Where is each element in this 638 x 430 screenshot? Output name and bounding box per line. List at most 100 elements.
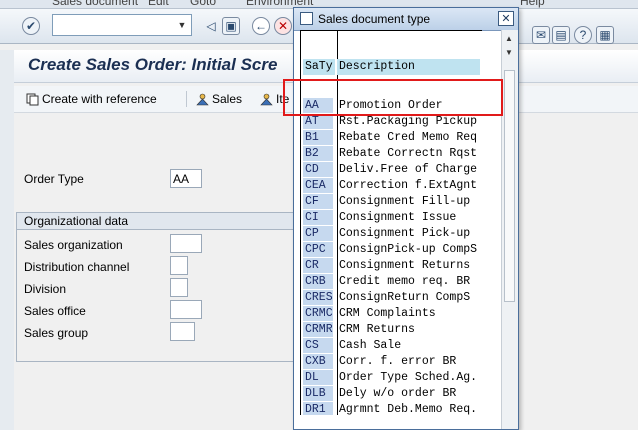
scroll-down-icon[interactable]: ▼: [505, 48, 513, 57]
sales-organization-input[interactable]: [170, 234, 202, 253]
list-item-description: Consignment Issue: [339, 211, 457, 224]
cancel-icon[interactable]: ✕: [274, 17, 292, 35]
exit-icon[interactable]: ←: [252, 17, 270, 35]
create-with-reference-label: Create with reference: [42, 92, 157, 106]
list-item-code: CPC: [303, 242, 333, 257]
distribution-channel-label: Distribution channel: [24, 260, 130, 274]
new-session-icon[interactable]: ✉: [532, 26, 550, 44]
left-strip: [0, 50, 14, 430]
list-item[interactable]: CI Consignment Issue: [300, 210, 482, 226]
list-item-code: DR1: [303, 402, 333, 415]
customize-icon[interactable]: ▦: [596, 26, 614, 44]
list-item[interactable]: CR Consignment Returns: [300, 258, 482, 274]
list-item-description: Correction f.ExtAgnt: [339, 179, 478, 192]
scrollbar-thumb[interactable]: [504, 70, 515, 302]
list-item-code: CD: [303, 162, 333, 177]
list-item[interactable]: CEA Correction f.ExtAgnt: [300, 178, 482, 194]
page-title: Create Sales Order: Initial Scre: [28, 55, 278, 74]
menu-help[interactable]: Help: [520, 0, 545, 8]
list-item-code: CXB: [303, 354, 333, 369]
list-item[interactable]: DL Order Type Sched.Ag.: [300, 370, 482, 386]
list-item-description: ConsignReturn CompS: [339, 291, 471, 304]
list-item-code: CEA: [303, 178, 333, 193]
dialog-window-icon: [300, 12, 313, 25]
list-item[interactable]: CF Consignment Fill-up: [300, 194, 482, 210]
group-header: Organizational data: [17, 213, 305, 230]
sales-button[interactable]: Sales: [196, 90, 242, 108]
list-item-code: AT: [303, 114, 333, 129]
command-field[interactable]: ▼: [52, 14, 192, 36]
list-border: [300, 30, 482, 31]
list-item-code: DLB: [303, 386, 333, 401]
list-item[interactable]: CD Deliv.Free of Charge: [300, 162, 482, 178]
sales-label: Sales: [212, 92, 243, 106]
list-item[interactable]: AT Rst.Packaging Pickup: [300, 114, 482, 130]
menu-goto[interactable]: Goto: [190, 0, 216, 8]
list-header: SaTy Description: [300, 59, 482, 75]
list-item-description: Rebate Cred Memo Req: [339, 131, 478, 144]
dropdown-arrow-icon[interactable]: ▼: [173, 15, 191, 35]
list-item-description: Cash Sale: [339, 339, 402, 352]
list-item-code: CS: [303, 338, 333, 353]
sales-group-label: Sales group: [24, 326, 89, 340]
order-type-input[interactable]: AA: [170, 169, 202, 188]
list-item-code: CRMC: [303, 306, 333, 321]
list-item-description: CRM Complaints: [339, 307, 436, 320]
order-type-label: Order Type: [24, 172, 84, 186]
vertical-scrollbar[interactable]: ▲ ▼: [501, 30, 518, 429]
list-item[interactable]: DR1 Agrmnt Deb.Memo Req.: [300, 402, 482, 415]
save-icon[interactable]: ▣: [222, 17, 240, 35]
list-item-description: Credit memo req. BR: [339, 275, 471, 288]
dialog-title-bar[interactable]: Sales document type ✕: [294, 8, 518, 31]
list-item[interactable]: CP Consignment Pick-up: [300, 226, 482, 242]
close-icon[interactable]: ✕: [498, 11, 514, 26]
list-item-code: CRB: [303, 274, 333, 289]
list-item[interactable]: CRMR CRM Returns: [300, 322, 482, 338]
create-with-reference-button[interactable]: Create with reference: [26, 90, 157, 108]
list-item-description: Consignment Returns: [339, 259, 471, 272]
list-item-code: DL: [303, 370, 333, 385]
shortcut-icon[interactable]: ▤: [552, 26, 570, 44]
list-item-code: CP: [303, 226, 333, 241]
sales-office-label: Sales office: [24, 304, 86, 318]
list-item-description: Deliv.Free of Charge: [339, 163, 478, 176]
list-item-code: CR: [303, 258, 333, 273]
list-item[interactable]: B1 Rebate Cred Memo Req: [300, 130, 482, 146]
dialog-title: Sales document type: [318, 12, 431, 26]
list-item-description: CRM Returns: [339, 323, 415, 336]
list-item[interactable]: CRES ConsignReturn CompS: [300, 290, 482, 306]
list-item-code: CI: [303, 210, 333, 225]
column-header-description[interactable]: Description: [337, 59, 480, 75]
distribution-channel-input[interactable]: [170, 256, 188, 275]
list-item[interactable]: B2 Rebate Correctn Rqst: [300, 146, 482, 162]
list-item[interactable]: CRMC CRM Complaints: [300, 306, 482, 322]
list-item[interactable]: DLB Dely w/o order BR: [300, 386, 482, 402]
check-icon[interactable]: ✔: [22, 17, 40, 35]
list-item-description: Corr. f. error BR: [339, 355, 457, 368]
list-item-description: Agrmnt Deb.Memo Req.: [339, 403, 478, 415]
copy-document-icon: [26, 93, 39, 105]
list-item-description: Dely w/o order BR: [339, 387, 457, 400]
division-input[interactable]: [170, 278, 188, 297]
list-item-code: CRES: [303, 290, 333, 305]
help-icon[interactable]: ?: [574, 26, 592, 44]
list-item-description: Consignment Fill-up: [339, 195, 471, 208]
sales-office-input[interactable]: [170, 300, 202, 319]
scroll-up-icon[interactable]: ▲: [505, 34, 513, 43]
sales-group-input[interactable]: [170, 322, 195, 341]
menu-edit[interactable]: Edit: [148, 0, 169, 8]
column-header-code[interactable]: SaTy: [303, 59, 335, 75]
list-item[interactable]: CPC ConsignPick-up CompS: [300, 242, 482, 258]
back-icon[interactable]: ◁: [202, 17, 220, 35]
list-item-description: Rebate Correctn Rqst: [339, 147, 478, 160]
list-item[interactable]: CRB Credit memo req. BR: [300, 274, 482, 290]
list-item[interactable]: CS Cash Sale: [300, 338, 482, 354]
list-item[interactable]: CXB Corr. f. error BR: [300, 354, 482, 370]
list-item-description: Order Type Sched.Ag.: [339, 371, 478, 384]
toolbar-right: ✉ ▤ ? ▦: [519, 18, 638, 52]
toolbar-separator: [186, 91, 187, 107]
list-item-code: B1: [303, 130, 333, 145]
sales-document-type-dialog: Sales document type ✕ SaTy Description A…: [293, 7, 519, 430]
menu-sales-document[interactable]: Sales document: [52, 0, 138, 8]
list-item-code: B2: [303, 146, 333, 161]
